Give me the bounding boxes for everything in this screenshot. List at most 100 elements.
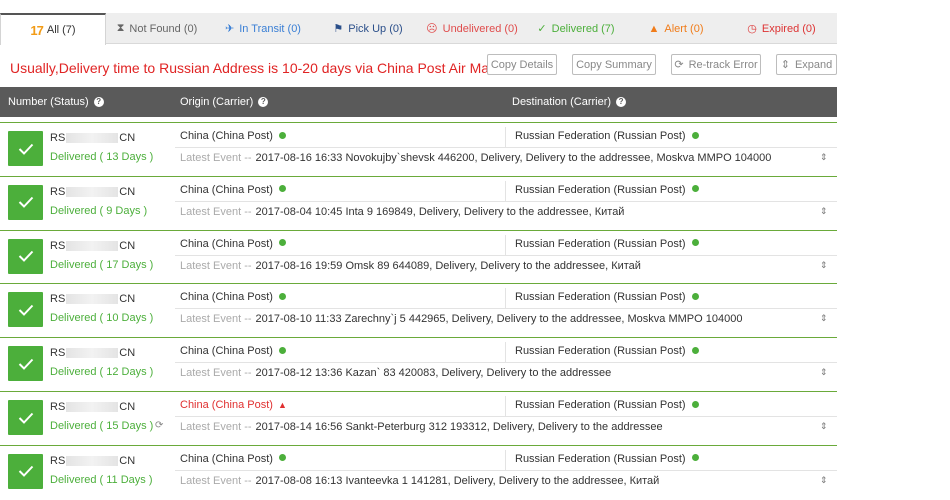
destination-carrier-label: Russian Federation (Russian Post) [515,237,686,250]
status-ok-icon [278,239,286,247]
origin-carrier-label: China (China Post) [180,291,273,304]
latest-event: Latest Event -- 2017-08-12 13:36 Kazan` 8… [180,367,611,379]
help-icon[interactable]: ? [258,97,269,107]
latest-event-text: 2017-08-12 13:36 Kazan` 83 420083, Deliv… [255,367,612,380]
table-row[interactable]: RS CN Delivered ( 12 Days ) China (China … [0,337,837,387]
sad-face-icon: ☹ [426,23,438,35]
redacted-mask [66,240,119,251]
table-row[interactable]: RS CN Delivered ( 10 Days ) China (China … [0,283,837,333]
origin-carrier-label: China (China Post) [180,452,273,465]
status-ok-icon [691,454,699,462]
status-ok-icon [691,239,699,247]
destination-carrier-label: Russian Federation (Russian Post) [515,399,686,411]
column-destination-label: Destination (Carrier) [512,96,612,108]
hourglass-icon: ⧗ [116,22,125,34]
delivery-status: Delivered ( 10 Days ) [50,312,154,325]
expand-row-icon[interactable]: ⇕ [820,313,828,324]
tracking-number-prefix: RS [50,185,66,198]
tab-in-transit[interactable]: ✈ In Transit (0) [208,13,318,44]
tracking-number[interactable]: RS CN [50,240,135,252]
retrack-error-label: Re-track Error [688,58,758,71]
origin-carrier-label: China (China Post) [180,183,273,196]
delivery-status: Delivered ( 13 Days ) [50,151,154,163]
delivery-status: Delivered ( 9 Days ) [50,204,148,217]
expand-row-icon[interactable]: ⇕ [820,367,828,378]
tab-delivered-label: Delivered (7) [551,22,615,35]
expand-row-icon[interactable]: ⇕ [820,152,828,163]
origin-carrier: China (China Post) [180,291,286,303]
destination-carrier: Russian Federation (Russian Post) [515,238,699,250]
table-row[interactable]: RS CN Delivered ( 9 Days ) China (China P… [0,175,837,226]
expand-row-icon[interactable]: ⇕ [820,421,828,432]
origin-carrier-label: China (China Post) [180,399,273,411]
tracking-number[interactable]: RS CN [50,293,135,305]
copy-details-button[interactable]: Copy Details [487,54,557,75]
latest-event: Latest Event -- 2017-08-14 16:56 Sankt-Pe… [180,421,663,433]
alert-icon: ▲ [277,400,287,410]
delivery-status: Delivered ( 17 Days ) [50,258,154,271]
tracking-app: 17 All (7) ⧗ Not Found (0) ✈ In Transit … [0,0,837,500]
cell-divider [505,288,506,309]
tracking-number-suffix: CN [119,347,136,360]
table-row[interactable]: RS CN Delivered ( 11 Days ) China (China … [0,444,837,495]
table-row[interactable]: RS CN Delivered ( 15 Days ) China (China … [0,391,837,441]
tab-expired[interactable]: ◷ Expired (0) [726,13,837,44]
retrack-error-button[interactable]: ⟳ Re-track Error [671,54,761,75]
retrack-icon[interactable]: ⟳ [155,420,163,431]
tab-alert[interactable]: ▲ Alert (0) [626,13,726,44]
cell-divider [505,180,506,201]
latest-event-label: Latest Event -- [180,474,252,487]
origin-carrier-label: China (China Post) [180,130,273,142]
destination-carrier-label: Russian Federation (Russian Post) [515,183,686,196]
tracking-number-prefix: RS [50,347,66,360]
tracking-number[interactable]: RS CN [50,186,135,198]
expand-button[interactable]: ⇕ Expand [776,54,837,75]
latest-event: Latest Event -- 2017-08-04 10:45 Inta 9 1… [180,206,624,218]
redacted-mask [66,455,119,466]
expand-row-icon[interactable]: ⇕ [820,206,828,217]
tracking-number[interactable]: RS CN [50,132,135,144]
status-ok-icon [278,454,286,462]
redacted-mask [66,294,119,305]
warning-icon: ▲ [648,22,660,35]
redacted-mask [66,348,119,359]
delivery-notice: Usually,Delivery time to Russian Address… [10,60,500,76]
expand-row-icon[interactable]: ⇕ [820,260,828,271]
row-divider [175,254,837,256]
tracking-number-prefix: RS [50,454,66,467]
latest-event: Latest Event -- 2017-08-10 11:33 Zarechny… [180,313,742,325]
tracking-number[interactable]: RS CN [50,455,135,467]
row-divider [175,147,837,148]
redacted-mask [66,402,119,413]
latest-event-text: 2017-08-10 11:33 Zarechny`j 5 442965, De… [255,313,743,326]
redacted-mask [66,133,119,144]
tracking-number-suffix: CN [119,401,136,413]
copy-summary-button[interactable]: Copy Summary [572,54,656,75]
tracking-number-prefix: RS [50,401,66,413]
table-row[interactable]: RS CN Delivered ( 13 Days ) China (China … [0,122,837,172]
help-icon[interactable]: ? [616,97,627,107]
destination-carrier-label: Russian Federation (Russian Post) [515,291,686,304]
status-ok-icon [278,131,286,139]
tab-alert-label: Alert (0) [664,22,704,35]
latest-event-text: 2017-08-16 19:59 Omsk 89 644089, Deliver… [255,259,641,272]
cell-divider [505,342,506,363]
help-icon[interactable]: ? [93,97,104,107]
latest-event-label: Latest Event -- [180,313,252,326]
cell-divider [505,234,506,255]
tracking-number[interactable]: RS CN [50,401,135,413]
origin-carrier: China (China Post) [180,238,286,250]
latest-event-label: Latest Event -- [180,152,252,164]
expand-row-icon[interactable]: ⇕ [820,475,828,486]
tab-all[interactable]: 17 All (7) [0,13,106,45]
delivered-status-icon [8,131,43,166]
status-ok-icon [691,400,699,408]
tab-pick-up[interactable]: ⚑ Pick Up (0) [318,13,418,44]
tab-delivered[interactable]: ✓ Delivered (7) [526,13,626,44]
check-icon: ✓ [537,23,547,35]
tracking-number[interactable]: RS CN [50,347,135,359]
tab-not-found[interactable]: ⧗ Not Found (0) [106,13,208,44]
tab-undelivered[interactable]: ☹ Undelivered (0) [418,13,526,44]
tracking-number-suffix: CN [119,454,136,467]
table-row[interactable]: RS CN Delivered ( 17 Days ) China (China … [0,229,837,280]
